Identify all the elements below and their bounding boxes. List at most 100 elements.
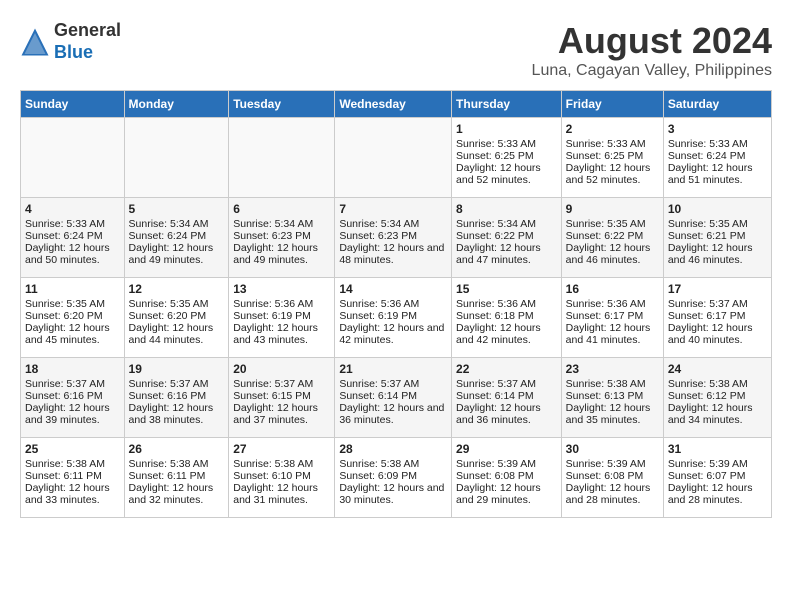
day-cell — [229, 118, 335, 198]
daylight-text: Daylight: 12 hours and 46 minutes. — [566, 242, 651, 266]
day-number: 15 — [456, 282, 557, 296]
day-cell: 1Sunrise: 5:33 AMSunset: 6:25 PMDaylight… — [452, 118, 562, 198]
subtitle: Luna, Cagayan Valley, Philippines — [532, 62, 772, 80]
sunrise-text: Sunrise: 5:37 AM — [25, 378, 105, 390]
sunrise-text: Sunrise: 5:38 AM — [129, 458, 209, 470]
daylight-text: Daylight: 12 hours and 41 minutes. — [566, 322, 651, 346]
daylight-text: Daylight: 12 hours and 52 minutes. — [566, 162, 651, 186]
day-cell: 15Sunrise: 5:36 AMSunset: 6:18 PMDayligh… — [452, 278, 562, 358]
sunrise-text: Sunrise: 5:37 AM — [668, 298, 748, 310]
sunset-text: Sunset: 6:25 PM — [456, 150, 534, 162]
day-cell: 29Sunrise: 5:39 AMSunset: 6:08 PMDayligh… — [452, 438, 562, 518]
day-cell — [21, 118, 125, 198]
main-title: August 2024 — [532, 20, 772, 62]
logo: General Blue — [20, 20, 121, 63]
day-number: 22 — [456, 362, 557, 376]
day-number: 5 — [129, 202, 225, 216]
day-cell: 25Sunrise: 5:38 AMSunset: 6:11 PMDayligh… — [21, 438, 125, 518]
sunset-text: Sunset: 6:11 PM — [129, 470, 206, 482]
sunrise-text: Sunrise: 5:34 AM — [233, 218, 313, 230]
column-header-thursday: Thursday — [452, 91, 562, 118]
daylight-text: Daylight: 12 hours and 50 minutes. — [25, 242, 110, 266]
sunset-text: Sunset: 6:17 PM — [668, 310, 746, 322]
daylight-text: Daylight: 12 hours and 31 minutes. — [233, 482, 318, 506]
daylight-text: Daylight: 12 hours and 28 minutes. — [566, 482, 651, 506]
day-cell — [124, 118, 229, 198]
day-number: 25 — [25, 442, 120, 456]
sunrise-text: Sunrise: 5:33 AM — [25, 218, 105, 230]
sunset-text: Sunset: 6:15 PM — [233, 390, 311, 402]
column-header-tuesday: Tuesday — [229, 91, 335, 118]
sunrise-text: Sunrise: 5:35 AM — [129, 298, 209, 310]
daylight-text: Daylight: 12 hours and 42 minutes. — [339, 322, 444, 346]
day-cell: 5 Sunrise: 5:34 AMSunset: 6:24 PMDaylight… — [124, 198, 229, 278]
sunset-text: Sunset: 6:22 PM — [566, 230, 644, 242]
day-cell: 14Sunrise: 5:36 AMSunset: 6:19 PMDayligh… — [335, 278, 452, 358]
daylight-text: Daylight: 12 hours and 45 minutes. — [25, 322, 110, 346]
day-number: 7 — [339, 202, 447, 216]
day-number: 24 — [668, 362, 767, 376]
day-cell: 17 Sunrise: 5:37 AMSunset: 6:17 PMDayligh… — [663, 278, 771, 358]
day-number: 17 — [668, 282, 767, 296]
column-header-monday: Monday — [124, 91, 229, 118]
sunrise-text: Sunrise: 5:35 AM — [668, 218, 748, 230]
day-cell: 13Sunrise: 5:36 AMSunset: 6:19 PMDayligh… — [229, 278, 335, 358]
day-number: 8 — [456, 202, 557, 216]
sunrise-text: Sunrise: 5:35 AM — [25, 298, 105, 310]
sunset-text: Sunset: 6:22 PM — [456, 230, 534, 242]
sunrise-text: Sunrise: 5:38 AM — [339, 458, 419, 470]
daylight-text: Daylight: 12 hours and 37 minutes. — [233, 402, 318, 426]
daylight-text: Daylight: 12 hours and 36 minutes. — [456, 402, 541, 426]
sunset-text: Sunset: 6:14 PM — [456, 390, 534, 402]
day-number: 23 — [566, 362, 659, 376]
day-number: 14 — [339, 282, 447, 296]
daylight-text: Daylight: 12 hours and 40 minutes. — [668, 322, 753, 346]
day-number: 31 — [668, 442, 767, 456]
sunrise-text: Sunrise: 5:37 AM — [339, 378, 419, 390]
logo-blue: Blue — [54, 42, 93, 62]
day-cell: 20Sunrise: 5:37 AMSunset: 6:15 PMDayligh… — [229, 358, 335, 438]
sunrise-text: Sunrise: 5:39 AM — [566, 458, 646, 470]
daylight-text: Daylight: 12 hours and 49 minutes. — [233, 242, 318, 266]
day-cell: 21Sunrise: 5:37 AMSunset: 6:14 PMDayligh… — [335, 358, 452, 438]
daylight-text: Daylight: 12 hours and 38 minutes. — [129, 402, 214, 426]
logo-general: General — [54, 20, 121, 40]
sunrise-text: Sunrise: 5:38 AM — [668, 378, 748, 390]
sunrise-text: Sunrise: 5:36 AM — [233, 298, 313, 310]
sunrise-text: Sunrise: 5:36 AM — [566, 298, 646, 310]
sunrise-text: Sunrise: 5:33 AM — [668, 138, 748, 150]
day-cell: 19Sunrise: 5:37 AMSunset: 6:16 PMDayligh… — [124, 358, 229, 438]
column-header-wednesday: Wednesday — [335, 91, 452, 118]
week-row-5: 25Sunrise: 5:38 AMSunset: 6:11 PMDayligh… — [21, 438, 772, 518]
daylight-text: Daylight: 12 hours and 30 minutes. — [339, 482, 444, 506]
column-header-saturday: Saturday — [663, 91, 771, 118]
daylight-text: Daylight: 12 hours and 39 minutes. — [25, 402, 110, 426]
day-cell: 23Sunrise: 5:38 AMSunset: 6:13 PMDayligh… — [561, 358, 663, 438]
daylight-text: Daylight: 12 hours and 47 minutes. — [456, 242, 541, 266]
sunset-text: Sunset: 6:20 PM — [129, 310, 207, 322]
day-number: 11 — [25, 282, 120, 296]
sunset-text: Sunset: 6:24 PM — [25, 230, 103, 242]
sunrise-text: Sunrise: 5:34 AM — [339, 218, 419, 230]
sunset-text: Sunset: 6:08 PM — [456, 470, 534, 482]
sunset-text: Sunset: 6:10 PM — [233, 470, 311, 482]
day-number: 19 — [129, 362, 225, 376]
daylight-text: Daylight: 12 hours and 42 minutes. — [456, 322, 541, 346]
sunrise-text: Sunrise: 5:34 AM — [129, 218, 209, 230]
sunset-text: Sunset: 6:12 PM — [668, 390, 746, 402]
sunset-text: Sunset: 6:19 PM — [233, 310, 311, 322]
daylight-text: Daylight: 12 hours and 49 minutes. — [129, 242, 214, 266]
day-number: 10 — [668, 202, 767, 216]
sunset-text: Sunset: 6:24 PM — [129, 230, 207, 242]
day-cell: 12Sunrise: 5:35 AMSunset: 6:20 PMDayligh… — [124, 278, 229, 358]
day-number: 12 — [129, 282, 225, 296]
day-cell: 7Sunrise: 5:34 AMSunset: 6:23 PMDaylight… — [335, 198, 452, 278]
week-row-2: 4Sunrise: 5:33 AMSunset: 6:24 PMDaylight… — [21, 198, 772, 278]
sunset-text: Sunset: 6:07 PM — [668, 470, 746, 482]
day-number: 16 — [566, 282, 659, 296]
day-cell: 30Sunrise: 5:39 AMSunset: 6:08 PMDayligh… — [561, 438, 663, 518]
daylight-text: Daylight: 12 hours and 29 minutes. — [456, 482, 541, 506]
calendar-table: SundayMondayTuesdayWednesdayThursdayFrid… — [20, 90, 772, 518]
sunset-text: Sunset: 6:23 PM — [339, 230, 417, 242]
day-number: 4 — [25, 202, 120, 216]
